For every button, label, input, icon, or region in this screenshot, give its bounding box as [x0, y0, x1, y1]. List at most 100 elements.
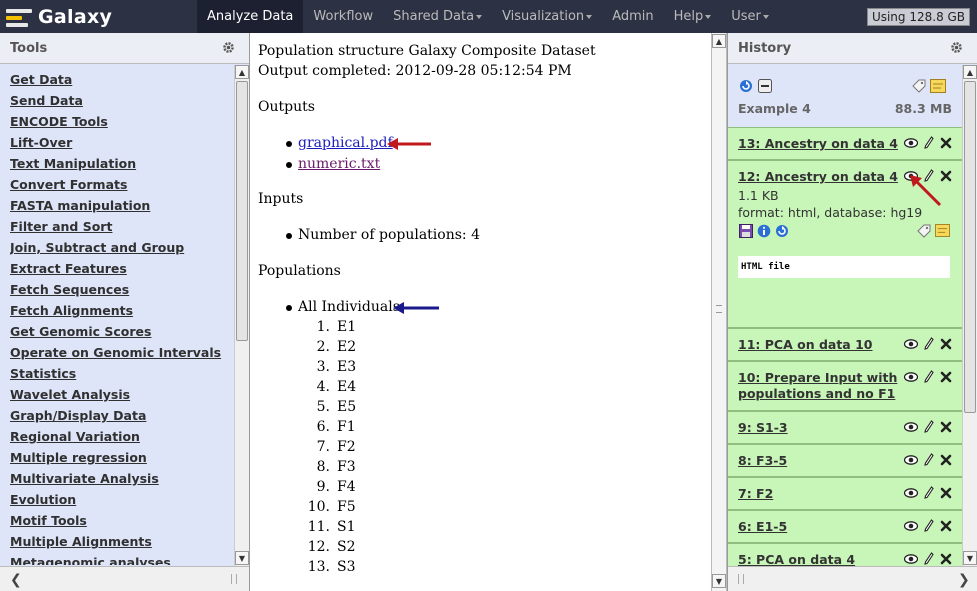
- annotate-icon[interactable]: [930, 79, 946, 93]
- info-icon[interactable]: [757, 224, 771, 238]
- save-icon[interactable]: [739, 224, 753, 238]
- delete-icon[interactable]: [940, 371, 952, 383]
- history-collapse-bar[interactable]: ❯: [728, 566, 977, 591]
- tool-section-link[interactable]: Extract Features: [10, 258, 232, 279]
- scroll-down-icon[interactable]: ▼: [963, 551, 977, 565]
- tool-section-link[interactable]: Multivariate Analysis: [10, 468, 232, 489]
- history-name[interactable]: Example 4: [738, 101, 811, 116]
- tool-section-link[interactable]: Text Manipulation: [10, 153, 232, 174]
- nav-admin[interactable]: Admin: [602, 0, 663, 33]
- scroll-thumb[interactable]: [964, 81, 976, 413]
- dataset-title[interactable]: 11: PCA on data 10: [738, 337, 898, 353]
- history-dataset[interactable]: 8: F3-5: [728, 444, 962, 477]
- dataset-title[interactable]: 13: Ancestry on data 4: [738, 136, 898, 152]
- delete-icon[interactable]: [940, 520, 952, 532]
- collapse-icon[interactable]: [758, 79, 772, 93]
- delete-icon[interactable]: [940, 338, 952, 350]
- pencil-icon[interactable]: [924, 420, 934, 433]
- nav-workflow[interactable]: Workflow: [303, 0, 383, 33]
- history-dataset[interactable]: 5: PCA on data 4: [728, 543, 962, 566]
- tool-section-link[interactable]: Multiple Alignments: [10, 531, 232, 552]
- drag-handle-icon[interactable]: [716, 305, 722, 313]
- tool-section-link[interactable]: Get Genomic Scores: [10, 321, 232, 342]
- nav-analyze-data[interactable]: Analyze Data: [197, 0, 304, 33]
- output-link-txt[interactable]: numeric.txt: [298, 156, 380, 172]
- tool-section-link[interactable]: Convert Formats: [10, 174, 232, 195]
- tool-section-link[interactable]: Send Data: [10, 90, 232, 111]
- gear-icon[interactable]: [950, 41, 963, 54]
- dataset-title[interactable]: 12: Ancestry on data 4: [738, 169, 898, 185]
- chevron-left-icon[interactable]: ❮: [10, 572, 22, 588]
- pencil-icon[interactable]: [924, 519, 934, 532]
- brand[interactable]: Galaxy: [6, 3, 112, 30]
- eye-icon[interactable]: [904, 553, 918, 564]
- refresh-icon[interactable]: [739, 79, 753, 93]
- tag-icon[interactable]: [912, 79, 926, 93]
- tool-section-link[interactable]: Statistics: [10, 363, 232, 384]
- eye-icon[interactable]: [904, 520, 918, 531]
- eye-icon[interactable]: [904, 454, 918, 465]
- scroll-up-icon[interactable]: ▲: [235, 65, 249, 79]
- output-link-pdf[interactable]: graphical.pdf: [298, 135, 393, 151]
- tool-section-link[interactable]: Wavelet Analysis: [10, 384, 232, 405]
- delete-icon[interactable]: [940, 421, 952, 433]
- tool-section-link[interactable]: Get Data: [10, 69, 232, 90]
- eye-icon[interactable]: [904, 371, 918, 382]
- history-dataset[interactable]: 6: E1-5: [728, 510, 962, 543]
- tool-section-link[interactable]: FASTA manipulation: [10, 195, 232, 216]
- delete-icon[interactable]: [940, 137, 952, 149]
- tool-section-link[interactable]: Motif Tools: [10, 510, 232, 531]
- tool-section-link[interactable]: Graph/Display Data: [10, 405, 232, 426]
- dataset-title[interactable]: 5: PCA on data 4: [738, 552, 898, 566]
- history-dataset[interactable]: 13: Ancestry on data 4: [728, 127, 962, 160]
- center-scrollbar[interactable]: ▲ ▼: [711, 33, 727, 591]
- scroll-down-icon[interactable]: ▼: [712, 574, 726, 588]
- drag-handle-icon[interactable]: [231, 574, 237, 584]
- annotate-icon[interactable]: [935, 224, 950, 237]
- tool-section-link[interactable]: Fetch Alignments: [10, 300, 232, 321]
- quota-meter[interactable]: Using 128.8 GB: [867, 8, 970, 26]
- dataset-title[interactable]: 9: S1-3: [738, 420, 898, 436]
- scroll-up-icon[interactable]: ▲: [963, 65, 977, 79]
- dataset-title[interactable]: 8: F3-5: [738, 453, 898, 469]
- history-dataset[interactable]: 11: PCA on data 10: [728, 328, 962, 361]
- dataset-title[interactable]: 10: Prepare Input with populations and n…: [738, 370, 898, 402]
- eye-icon[interactable]: [904, 137, 918, 148]
- tool-section-link[interactable]: Metagenomic analyses: [10, 552, 232, 565]
- history-dataset[interactable]: 12: Ancestry on data 4 1.1 KB format: html…: [728, 160, 962, 328]
- dataset-title[interactable]: 7: F2: [738, 486, 898, 502]
- nav-shared-data[interactable]: Shared Data: [383, 0, 492, 33]
- delete-icon[interactable]: [940, 454, 952, 466]
- scroll-down-icon[interactable]: ▼: [235, 551, 249, 565]
- nav-user[interactable]: User: [721, 0, 779, 33]
- tool-section-link[interactable]: ENCODE Tools: [10, 111, 232, 132]
- tool-section-link[interactable]: Join, Subtract and Group: [10, 237, 232, 258]
- tool-section-link[interactable]: Regional Variation: [10, 426, 232, 447]
- history-dataset[interactable]: 10: Prepare Input with populations and n…: [728, 361, 962, 411]
- tool-section-link[interactable]: Operate on Genomic Intervals: [10, 342, 232, 363]
- tool-section-link[interactable]: Fetch Sequences: [10, 279, 232, 300]
- drag-handle-icon[interactable]: [738, 574, 744, 584]
- pencil-icon[interactable]: [924, 370, 934, 383]
- tool-section-link[interactable]: Multiple regression: [10, 447, 232, 468]
- tool-panel-scrollbar[interactable]: ▲ ▼: [234, 65, 249, 566]
- chevron-right-icon[interactable]: ❯: [958, 572, 970, 588]
- pencil-icon[interactable]: [924, 337, 934, 350]
- pencil-icon[interactable]: [924, 136, 934, 149]
- nav-visualization[interactable]: Visualization: [492, 0, 602, 33]
- pencil-icon[interactable]: [924, 552, 934, 565]
- pencil-icon[interactable]: [924, 453, 934, 466]
- pencil-icon[interactable]: [924, 486, 934, 499]
- delete-icon[interactable]: [940, 553, 952, 565]
- scroll-thumb[interactable]: [236, 81, 248, 341]
- tool-section-link[interactable]: Filter and Sort: [10, 216, 232, 237]
- tool-section-link[interactable]: Lift-Over: [10, 132, 232, 153]
- delete-icon[interactable]: [940, 487, 952, 499]
- gear-icon[interactable]: [222, 41, 235, 54]
- history-scrollbar[interactable]: ▲ ▼: [962, 65, 977, 566]
- eye-icon[interactable]: [904, 421, 918, 432]
- history-dataset[interactable]: 7: F2: [728, 477, 962, 510]
- dataset-title[interactable]: 6: E1-5: [738, 519, 898, 535]
- nav-help[interactable]: Help: [664, 0, 722, 33]
- eye-icon[interactable]: [904, 338, 918, 349]
